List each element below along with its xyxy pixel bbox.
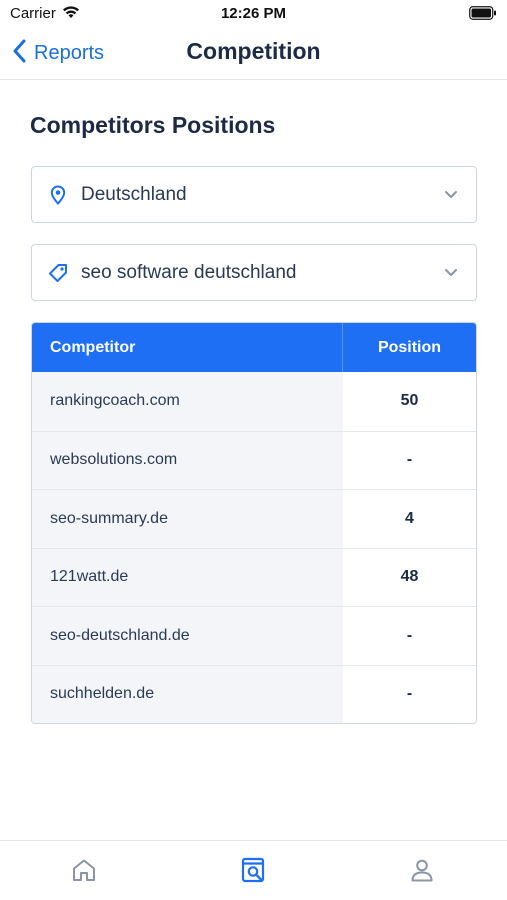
chevron-down-icon — [444, 186, 458, 204]
position-cell: 48 — [343, 548, 476, 606]
location-select[interactable]: Deutschland — [31, 166, 477, 223]
competitor-cell: rankingcoach.com — [32, 372, 343, 431]
home-icon — [71, 857, 97, 888]
section-title: Competitors Positions — [30, 112, 276, 138]
tab-home[interactable] — [69, 857, 99, 887]
tab-search-report[interactable] — [239, 857, 269, 887]
table-row: websolutions.com - — [32, 430, 476, 489]
table-row: seo-deutschland.de - — [32, 606, 476, 665]
competitor-cell: seo-summary.de — [32, 490, 343, 548]
competitor-cell: seo-deutschland.de — [32, 607, 343, 665]
competitor-cell: websolutions.com — [32, 431, 343, 489]
table-row: seo-summary.de 4 — [32, 489, 476, 548]
navigation-bar: Reports Competition — [0, 28, 507, 80]
profile-icon — [409, 857, 435, 888]
position-cell: 50 — [343, 372, 476, 431]
battery-icon — [469, 6, 497, 25]
tab-bar — [0, 840, 507, 900]
tab-profile[interactable] — [407, 857, 437, 887]
table-header: Competitor Position — [32, 323, 476, 372]
location-pin-icon — [48, 184, 68, 205]
competitor-cell: 121watt.de — [32, 548, 343, 606]
chevron-down-icon — [444, 264, 458, 282]
status-bar: Carrier 12:26 PM — [0, 0, 507, 28]
table-row: suchhelden.de - — [32, 664, 476, 723]
keyword-select[interactable]: seo software deutschland — [31, 244, 477, 301]
table-row: 121watt.de 48 — [32, 547, 476, 606]
table-row: rankingcoach.com 50 — [32, 372, 476, 431]
column-header-position: Position — [377, 338, 442, 356]
competitors-table: Competitor Position rankingcoach.com 50 we… — [31, 322, 477, 724]
position-cell: 4 — [343, 490, 476, 548]
location-select-value: Deutschland — [81, 183, 187, 205]
status-time: 12:26 PM — [220, 5, 287, 22]
page-title: Competition — [186, 38, 321, 64]
position-cell: - — [343, 665, 476, 723]
competitor-cell: suchhelden.de — [32, 665, 343, 723]
tag-icon — [48, 263, 68, 283]
position-cell: - — [343, 607, 476, 665]
column-header-competitor: Competitor — [32, 323, 343, 372]
position-cell: - — [343, 431, 476, 489]
search-report-icon — [240, 856, 268, 889]
keyword-select-value: seo software deutschland — [81, 261, 297, 283]
